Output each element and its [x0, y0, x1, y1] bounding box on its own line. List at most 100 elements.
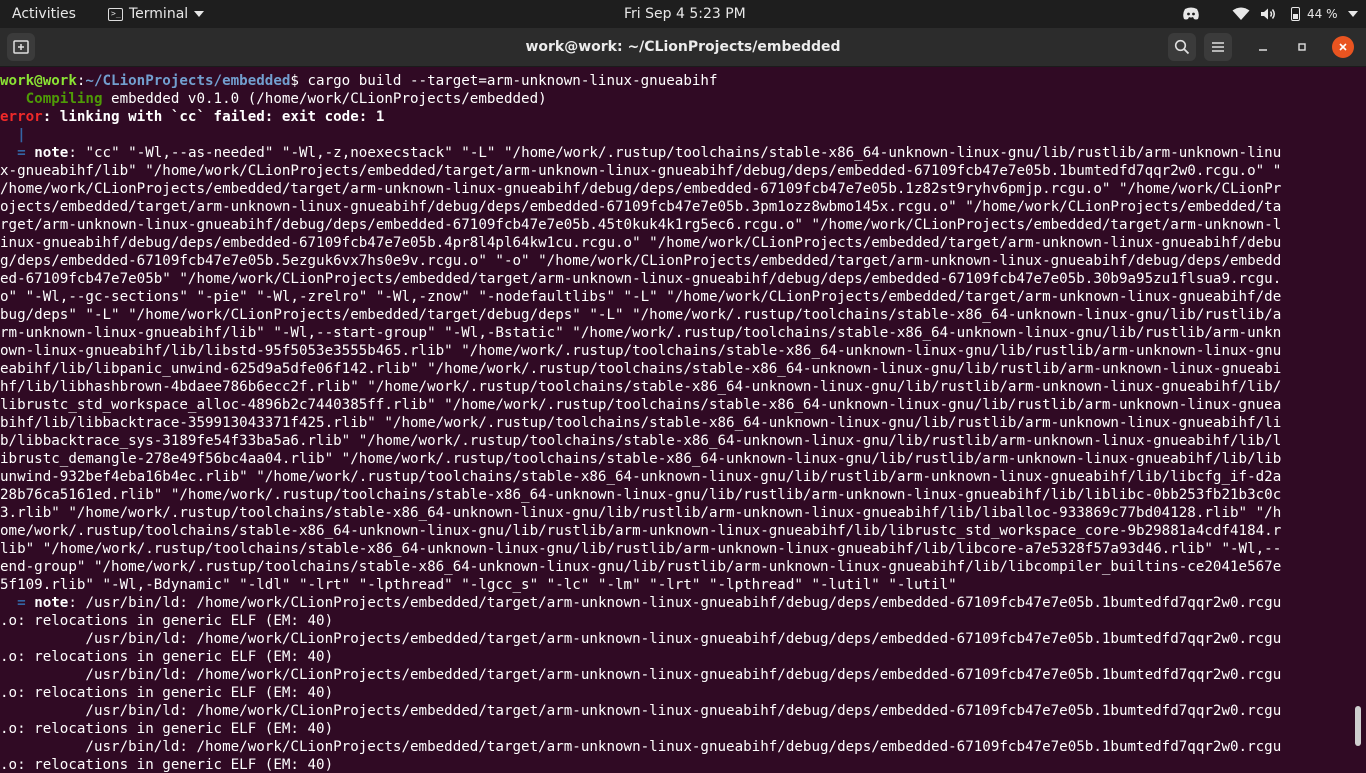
- note-linker-errors: = note: /usr/bin/ld: /home/work/CLionPro…: [0, 594, 1352, 773]
- output-line: x-gnueabihf/lib" "/home/work/CLionProjec…: [0, 162, 1352, 180]
- window-header-bar[interactable]: work@work: ~/CLionProjects/embedded: [0, 28, 1366, 67]
- output-text: ome/work/.rustup/toolchains/stable-x86_6…: [0, 523, 1282, 539]
- output-line: bihf/lib/libbacktrace-359913043371f425.r…: [0, 414, 1352, 432]
- output-text: unwind-932bef4eba16b4ec.rlib" "/home/wor…: [0, 469, 1282, 485]
- output-text: g/deps/embedded-67109fcb47e7e05b.5ezguk6…: [0, 253, 1282, 269]
- output-line: = note: "cc" "-Wl,--as-needed" "-Wl,-z,n…: [0, 144, 1352, 162]
- output-text: .o: relocations in generic ELF (EM: 40): [0, 613, 334, 629]
- note-label: note: [34, 145, 69, 161]
- output-text: ojects/embedded/target/arm-unknown-linux…: [0, 199, 1282, 215]
- app-menu-label: Terminal: [129, 6, 189, 22]
- note-linker-args: = note: "cc" "-Wl,--as-needed" "-Wl,-z,n…: [0, 144, 1352, 594]
- output-text: rget/arm-unknown-linux-gnueabihf/debug/d…: [0, 217, 1282, 233]
- search-button[interactable]: [1168, 33, 1196, 61]
- note-label: note: [34, 595, 69, 611]
- minimize-button[interactable]: [1253, 37, 1273, 57]
- output-text: eabihf/lib/libpanic_unwind-625d9a5dfe06f…: [0, 361, 1282, 377]
- top-bar: Activities >_ Terminal Fri Sep 4 5:23 PM…: [0, 0, 1366, 28]
- output-line: rm-unknown-linux-gnueabihf/lib" "-Wl,--s…: [0, 324, 1352, 342]
- battery-indicator[interactable]: 44 %: [1291, 0, 1338, 28]
- compiling-line: Compiling embedded v0.1.0 (/home/work/CL…: [0, 90, 1352, 108]
- system-menu-button[interactable]: [1348, 0, 1358, 28]
- output-line: rget/arm-unknown-linux-gnueabihf/debug/d…: [0, 216, 1352, 234]
- gutter-pipe: |: [17, 127, 26, 143]
- output-text: : /usr/bin/ld: /home/work/CLionProjects/…: [68, 595, 1282, 611]
- app-menu[interactable]: >_ Terminal: [108, 0, 205, 28]
- output-line: /usr/bin/ld: /home/work/CLionProjects/em…: [0, 702, 1352, 720]
- terminal-scrollbar-thumb[interactable]: [1355, 706, 1361, 746]
- output-text: ed-67109fcb47e7e05b" "/home/work/CLionPr…: [0, 271, 1282, 287]
- battery-icon: [1291, 7, 1300, 21]
- output-text: .o: relocations in generic ELF (EM: 40): [0, 757, 334, 773]
- output-text: bihf/lib/libbacktrace-359913043371f425.r…: [0, 415, 1282, 431]
- clock[interactable]: Fri Sep 4 5:23 PM: [624, 0, 746, 28]
- output-line: = note: /usr/bin/ld: /home/work/CLionPro…: [0, 594, 1352, 612]
- output-text: ibrustc_demangle-278e49f56bc4aa04.rlib" …: [0, 451, 1282, 467]
- output-text: o" "-Wl,--gc-sections" "-pie" "-Wl,-zrel…: [0, 289, 1282, 305]
- output-text: /usr/bin/ld: /home/work/CLionProjects/em…: [0, 667, 1282, 683]
- wifi-icon[interactable]: [1232, 0, 1250, 28]
- error-message: : linking with `cc` failed: exit code: 1: [42, 109, 385, 125]
- chevron-down-icon: [194, 11, 205, 17]
- output-line: ed-67109fcb47e7e05b" "/home/work/CLionPr…: [0, 270, 1352, 288]
- output-text: end-group" "/home/work/.rustup/toolchain…: [0, 559, 1282, 575]
- maximize-button[interactable]: [1292, 37, 1312, 57]
- output-text: .o: relocations in generic ELF (EM: 40): [0, 721, 334, 737]
- output-text: /usr/bin/ld: /home/work/CLionProjects/em…: [0, 739, 1282, 755]
- hamburger-icon: [1212, 42, 1224, 52]
- command-text: cargo build --target=arm-unknown-linux-g…: [298, 73, 718, 89]
- prompt-dollar: $: [290, 73, 299, 89]
- output-line: 28b76ca5161ed.rlib" "/home/work/.rustup/…: [0, 486, 1352, 504]
- output-line: own-linux-gnueabihf/lib/libstd-95f5053e3…: [0, 342, 1352, 360]
- output-text: lib" "/home/work/.rustup/toolchains/stab…: [0, 541, 1282, 557]
- output-text: librustc_std_workspace_alloc-4896b2c7440…: [0, 397, 1282, 413]
- output-line: /home/work/CLionProjects/embedded/target…: [0, 180, 1352, 198]
- volume-icon[interactable]: [1260, 0, 1277, 28]
- output-line: 3.rlib" "/home/work/.rustup/toolchains/s…: [0, 504, 1352, 522]
- discord-tray-icon[interactable]: [1182, 0, 1200, 28]
- prompt-user: work@work: [0, 73, 77, 89]
- output-line: /usr/bin/ld: /home/work/CLionProjects/em…: [0, 738, 1352, 756]
- output-line: .o: relocations in generic ELF (EM: 40): [0, 612, 1352, 630]
- output-text: 3.rlib" "/home/work/.rustup/toolchains/s…: [0, 505, 1282, 521]
- output-line: g/deps/embedded-67109fcb47e7e05b.5ezguk6…: [0, 252, 1352, 270]
- output-line: b/libbacktrace_sys-3189fe54f33ba5a6.rlib…: [0, 432, 1352, 450]
- command-line: work@work:~/CLionProjects/embedded$ carg…: [0, 72, 1352, 90]
- output-text: /usr/bin/ld: /home/work/CLionProjects/em…: [0, 631, 1282, 647]
- minimize-icon: [1259, 49, 1267, 51]
- output-line: .o: relocations in generic ELF (EM: 40): [0, 720, 1352, 738]
- output-text: 28b76ca5161ed.rlib" "/home/work/.rustup/…: [0, 487, 1282, 503]
- output-line: unwind-932bef4eba16b4ec.rlib" "/home/wor…: [0, 468, 1352, 486]
- output-text: .o: relocations in generic ELF (EM: 40): [0, 685, 334, 701]
- prompt-path: ~/CLionProjects/embedded: [85, 73, 291, 89]
- activities-button[interactable]: Activities: [12, 0, 76, 28]
- output-line: ojects/embedded/target/arm-unknown-linux…: [0, 198, 1352, 216]
- window-title: work@work: ~/CLionProjects/embedded: [525, 39, 841, 55]
- search-icon: [1174, 39, 1190, 55]
- output-line: o" "-Wl,--gc-sections" "-pie" "-Wl,-zrel…: [0, 288, 1352, 306]
- output-line: ibrustc_demangle-278e49f56bc4aa04.rlib" …: [0, 450, 1352, 468]
- output-line: end-group" "/home/work/.rustup/toolchain…: [0, 558, 1352, 576]
- output-line: 5f109.rlib" "-Wl,-Bdynamic" "-ldl" "-lrt…: [0, 576, 1352, 594]
- gutter-line: |: [0, 126, 1352, 144]
- output-line: eabihf/lib/libpanic_unwind-625d9a5dfe06f…: [0, 360, 1352, 378]
- output-text: /home/work/CLionProjects/embedded/target…: [0, 181, 1282, 197]
- error-label: error: [0, 109, 43, 125]
- output-line: librustc_std_workspace_alloc-4896b2c7440…: [0, 396, 1352, 414]
- output-text: 5f109.rlib" "-Wl,-Bdynamic" "-ldl" "-lrt…: [0, 577, 957, 593]
- output-text: inux-gnueabihf/debug/deps/embedded-67109…: [0, 235, 1282, 251]
- output-line: inux-gnueabihf/debug/deps/embedded-67109…: [0, 234, 1352, 252]
- output-text: bug/deps" "-L" "/home/work/CLionProjects…: [0, 307, 1282, 323]
- battery-percent: 44 %: [1307, 7, 1338, 21]
- output-text: /usr/bin/ld: /home/work/CLionProjects/em…: [0, 703, 1282, 719]
- output-text: rm-unknown-linux-gnueabihf/lib" "-Wl,--s…: [0, 325, 1282, 341]
- output-line: /usr/bin/ld: /home/work/CLionProjects/em…: [0, 666, 1352, 684]
- terminal-output[interactable]: work@work:~/CLionProjects/embedded$ carg…: [0, 67, 1352, 773]
- output-line: /usr/bin/ld: /home/work/CLionProjects/em…: [0, 630, 1352, 648]
- output-text: x-gnueabihf/lib" "/home/work/CLionProjec…: [0, 163, 1282, 179]
- close-button[interactable]: [1332, 36, 1354, 58]
- maximize-icon: [1298, 43, 1306, 51]
- menu-button[interactable]: [1204, 33, 1232, 61]
- error-line: error: linking with `cc` failed: exit co…: [0, 108, 1352, 126]
- terminal-app-icon: >_: [108, 7, 123, 21]
